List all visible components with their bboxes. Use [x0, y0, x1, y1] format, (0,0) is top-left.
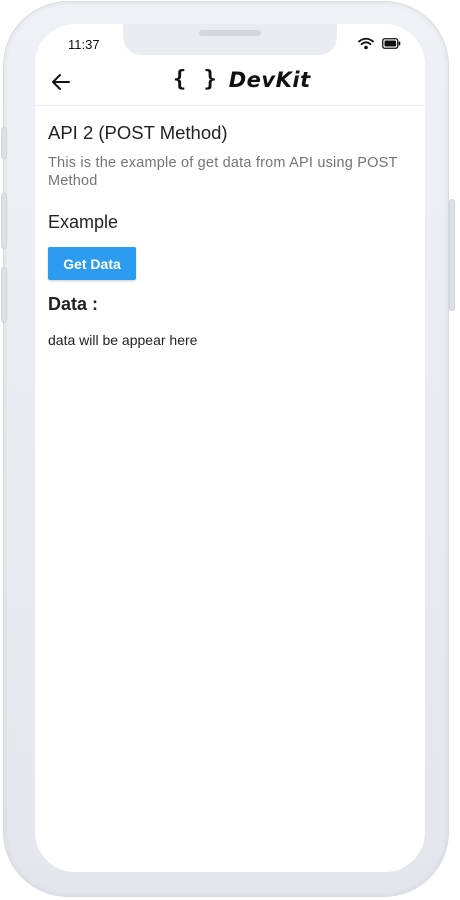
- logo-title: DevKit: [228, 67, 311, 92]
- wifi-icon: [358, 37, 374, 50]
- power-button: [450, 200, 454, 310]
- app-screen: 11:37 { } DevKit API 2 (POST Method) Thi…: [35, 24, 425, 872]
- data-output: data will be appear here: [48, 332, 198, 348]
- volume-up-button: [2, 194, 6, 248]
- page-title: API 2 (POST Method): [48, 122, 228, 143]
- app-bar: { } DevKit: [35, 61, 425, 106]
- volume-down-button: [2, 268, 6, 322]
- data-heading: Data :: [48, 294, 99, 314]
- devkit-logo: { } DevKit: [173, 67, 311, 92]
- notch: [123, 24, 337, 55]
- page-description: This is the example of get data from API…: [48, 155, 398, 189]
- main-content: API 2 (POST Method) This is the example …: [48, 122, 408, 348]
- status-time: 11:37: [68, 37, 100, 52]
- speaker-grille: [199, 30, 261, 36]
- get-data-button[interactable]: Get Data: [48, 247, 136, 280]
- status-icons: [358, 37, 401, 50]
- logo-braces: { }: [173, 67, 219, 92]
- example-heading: Example: [48, 212, 119, 232]
- mute-switch: [2, 128, 6, 158]
- battery-icon: [382, 38, 401, 49]
- back-arrow-icon[interactable]: [49, 70, 73, 94]
